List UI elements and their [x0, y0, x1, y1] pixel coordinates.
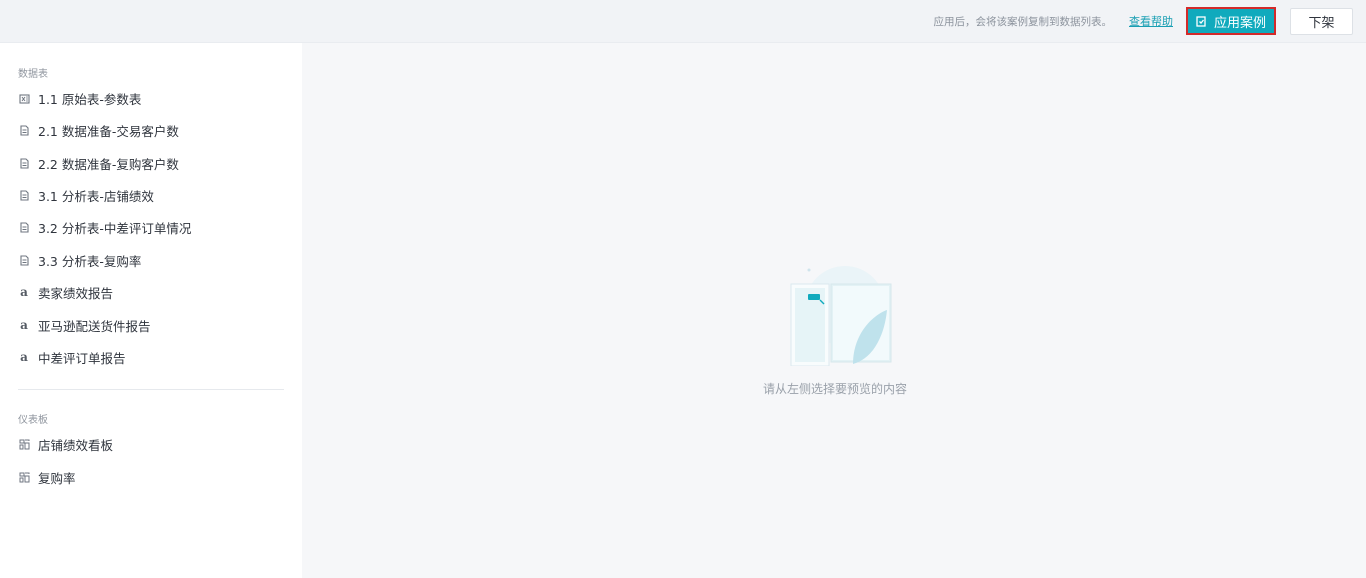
sidebar-item-label: 店铺绩效看板 — [38, 437, 114, 453]
amazon-icon: a — [20, 318, 28, 332]
empty-state-text: 请从左侧选择要预览的内容 — [762, 382, 907, 396]
sidebar-item-label: 1.1 原始表-参数表 — [38, 91, 142, 107]
sidebar-item-dataset-9[interactable]: a 中差评订单报告 — [18, 345, 284, 369]
sidebar-item-dataset-5[interactable]: 3.2 分析表-中差评订单情况 — [18, 215, 284, 239]
apply-icon — [1196, 15, 1206, 27]
take-down-button[interactable]: 下架 — [1290, 7, 1353, 35]
sidebar-item-dataset-3[interactable]: 2.2 数据准备-复购客户数 — [18, 151, 284, 175]
sidebar-item-dashboard-2[interactable]: 复购率 — [18, 465, 284, 489]
document-icon — [18, 189, 30, 201]
datasets-section-title: 数据表 — [18, 69, 48, 80]
empty-preview-illustration — [790, 266, 892, 366]
sidebar-item-label: 亚马逊配送货件报告 — [38, 318, 151, 334]
apply-case-label: 应用案例 — [1213, 15, 1266, 31]
document-icon — [18, 254, 30, 266]
sidebar-item-label: 复购率 — [38, 470, 76, 486]
apply-hint-text: 应用后，会将该案例复制到数据列表。 — [933, 15, 1113, 28]
sidebar-item-dashboard-1[interactable]: 店铺绩效看板 — [18, 432, 284, 456]
empty-state: 请从左侧选择要预览的内容 — [720, 262, 950, 397]
document-icon — [18, 221, 30, 233]
sidebar-item-label: 3.2 分析表-中差评订单情况 — [38, 220, 192, 236]
amazon-icon: a — [20, 350, 28, 364]
sidebar-item-dataset-4[interactable]: 3.1 分析表-店铺绩效 — [18, 183, 284, 207]
dashboard-icon — [18, 471, 30, 483]
sidebar: 数据表 1.1 原始表-参数表 2.1 数据准备-交易客户数 2.2 数据准备-… — [0, 43, 302, 578]
document-icon — [18, 157, 30, 169]
amazon-icon: a — [20, 285, 28, 299]
sidebar-item-dataset-8[interactable]: a 亚马逊配送货件报告 — [18, 313, 284, 337]
help-link[interactable]: 查看帮助 — [1129, 13, 1173, 29]
sidebar-item-label: 2.2 数据准备-复购客户数 — [38, 156, 179, 172]
sidebar-item-dataset-7[interactable]: a 卖家绩效报告 — [18, 280, 284, 304]
section-divider — [18, 389, 284, 390]
sidebar-item-label: 中差评订单报告 — [38, 350, 126, 366]
dashboard-icon — [18, 438, 30, 450]
apply-case-button[interactable]: 应用案例 — [1186, 7, 1276, 35]
sidebar-item-dataset-2[interactable]: 2.1 数据准备-交易客户数 — [18, 118, 284, 142]
sidebar-item-label: 3.1 分析表-店铺绩效 — [38, 188, 154, 204]
sidebar-item-label: 2.1 数据准备-交易客户数 — [38, 123, 179, 139]
document-icon — [18, 124, 30, 136]
top-toolbar: 应用后，会将该案例复制到数据列表。 查看帮助 应用案例 下架 — [0, 0, 1366, 43]
dashboards-section-title: 仪表板 — [18, 415, 48, 426]
sidebar-item-label: 卖家绩效报告 — [38, 285, 114, 301]
excel-table-icon — [18, 92, 30, 104]
sidebar-item-label: 3.3 分析表-复购率 — [38, 253, 142, 269]
sidebar-item-dataset-1[interactable]: 1.1 原始表-参数表 — [18, 86, 284, 110]
sidebar-item-dataset-6[interactable]: 3.3 分析表-复购率 — [18, 248, 284, 272]
